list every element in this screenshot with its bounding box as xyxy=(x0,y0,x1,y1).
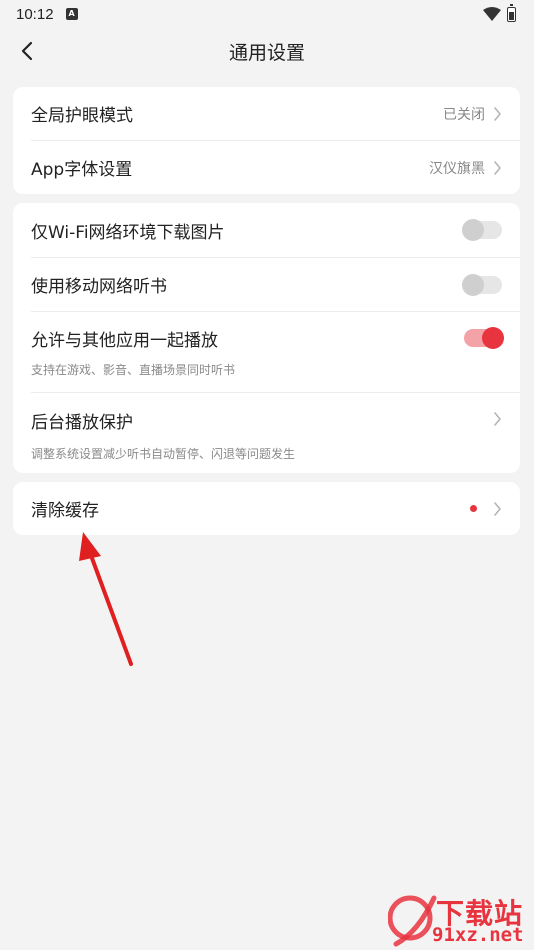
display-settings-card: 全局护眼模式 已关闭 App字体设置 汉仪旗黑 xyxy=(13,87,520,194)
eye-protection-value: 已关闭 xyxy=(443,106,485,123)
nav-bar: 通用设置 xyxy=(0,28,534,74)
wifi-only-images-toggle[interactable] xyxy=(462,219,502,241)
playback-settings-card: 仅Wi-Fi网络环境下载图片 使用移动网络听书 允许与其他应用一起播放 支持在游… xyxy=(13,203,520,473)
wifi-icon xyxy=(483,7,501,21)
mobile-listening-toggle[interactable] xyxy=(462,273,502,296)
eye-protection-row[interactable]: 全局护眼模式 已关闭 xyxy=(13,87,520,140)
wifi-only-images-row: 仅Wi-Fi网络环境下载图片 xyxy=(13,203,520,257)
app-font-label: App字体设置 xyxy=(31,160,133,180)
app-font-right: 汉仪旗黑 xyxy=(429,158,502,178)
background-protection-subtitle: 调整系统设置减少听书自动暂停、闪退等问题发生 xyxy=(31,447,296,461)
wifi-only-images-label: 仅Wi-Fi网络环境下载图片 xyxy=(31,222,225,243)
mix-playback-label: 允许与其他应用一起播放 xyxy=(31,331,218,351)
watermark-logo-icon xyxy=(388,895,437,947)
eye-protection-label: 全局护眼模式 xyxy=(31,106,133,126)
watermark-domain: 91xz.net xyxy=(432,924,524,946)
chevron-right-icon xyxy=(494,160,501,175)
chevron-right-icon xyxy=(494,412,501,426)
page-title: 通用设置 xyxy=(228,41,305,64)
app-font-value: 汉仪旗黑 xyxy=(429,160,485,177)
toggle-knob xyxy=(462,273,484,296)
battery-icon xyxy=(507,3,516,22)
back-button[interactable] xyxy=(14,38,40,64)
app-notification-icon: A xyxy=(65,8,78,20)
mobile-listening-label: 使用移动网络听书 xyxy=(31,277,167,297)
annotation-arrow xyxy=(79,532,133,666)
background-protection-label: 后台播放保护 xyxy=(31,413,133,433)
clear-cache-right xyxy=(470,501,502,516)
chevron-right-icon xyxy=(494,501,501,516)
status-right xyxy=(483,3,516,22)
app-font-row[interactable]: App字体设置 汉仪旗黑 xyxy=(13,141,520,194)
eye-protection-right: 已关闭 xyxy=(443,104,502,124)
cache-card: 清除缓存 xyxy=(13,482,520,535)
mix-playback-toggle[interactable] xyxy=(464,327,504,349)
status-bar: 10:12 A xyxy=(0,0,534,28)
status-left: 10:12 A xyxy=(16,6,78,23)
clear-cache-row[interactable]: 清除缓存 xyxy=(13,482,520,535)
mix-playback-subtitle: 支持在游戏、影音、直播场景同时听书 xyxy=(31,363,236,377)
mix-playback-row: 允许与其他应用一起播放 xyxy=(13,312,520,364)
toggle-knob xyxy=(482,327,504,349)
chevron-right-icon xyxy=(494,106,501,121)
toggle-knob xyxy=(462,219,484,241)
chevron-left-icon xyxy=(21,41,33,61)
mobile-listening-row: 使用移动网络听书 xyxy=(13,258,520,311)
new-badge-dot xyxy=(470,505,477,512)
clear-cache-label: 清除缓存 xyxy=(31,501,99,521)
watermark: 下载站 91xz.net xyxy=(388,888,534,950)
status-time: 10:12 xyxy=(16,5,54,23)
